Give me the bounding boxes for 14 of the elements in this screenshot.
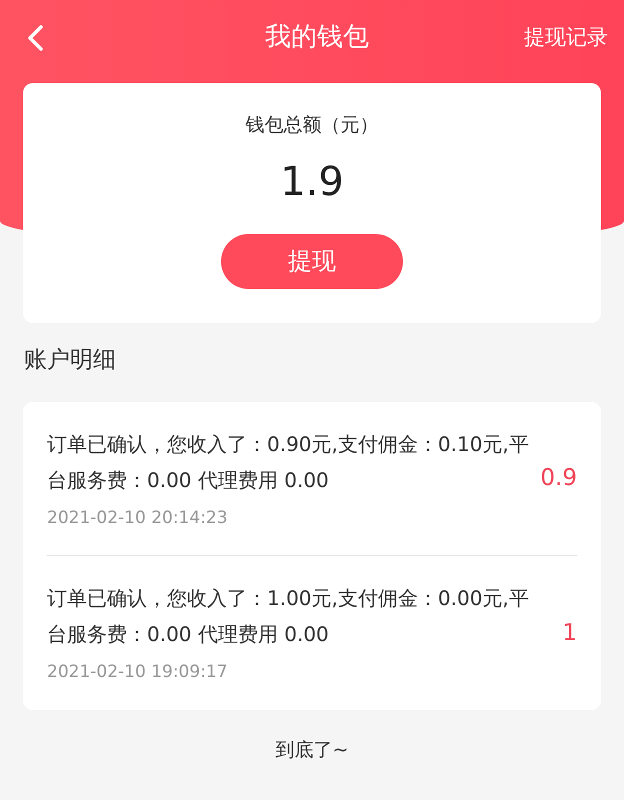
transaction-amount: 0.9: [540, 464, 577, 493]
balance-label: 钱包总额（元）: [246, 113, 378, 138]
transaction-time: 2021-02-10 20:14:23: [47, 506, 229, 530]
transaction-amount: 1: [562, 618, 577, 648]
withdraw-button[interactable]: 提现: [221, 234, 403, 288]
back-icon: [26, 24, 44, 52]
section-title: 账户明细: [23, 346, 117, 375]
transaction-time: 2021-02-10 19:09:17: [47, 661, 229, 684]
transaction-description: 订单已确认，您收入了：0.90元,支付佣金：0.10元,平台服务费：0.00 代理费用 0.00: [47, 430, 530, 494]
end-of-list-text: 到底了~: [276, 738, 348, 762]
withdrawal-records-link[interactable]: 提现记录: [524, 22, 608, 54]
page-title: 我的钱包: [265, 21, 369, 54]
balance-amount: 1.9: [280, 158, 344, 206]
transaction-description: 订单已确认，您收入了：1.00元,支付佣金：0.00元,平台服务费：0.00 代理费用 0.00: [47, 585, 530, 648]
